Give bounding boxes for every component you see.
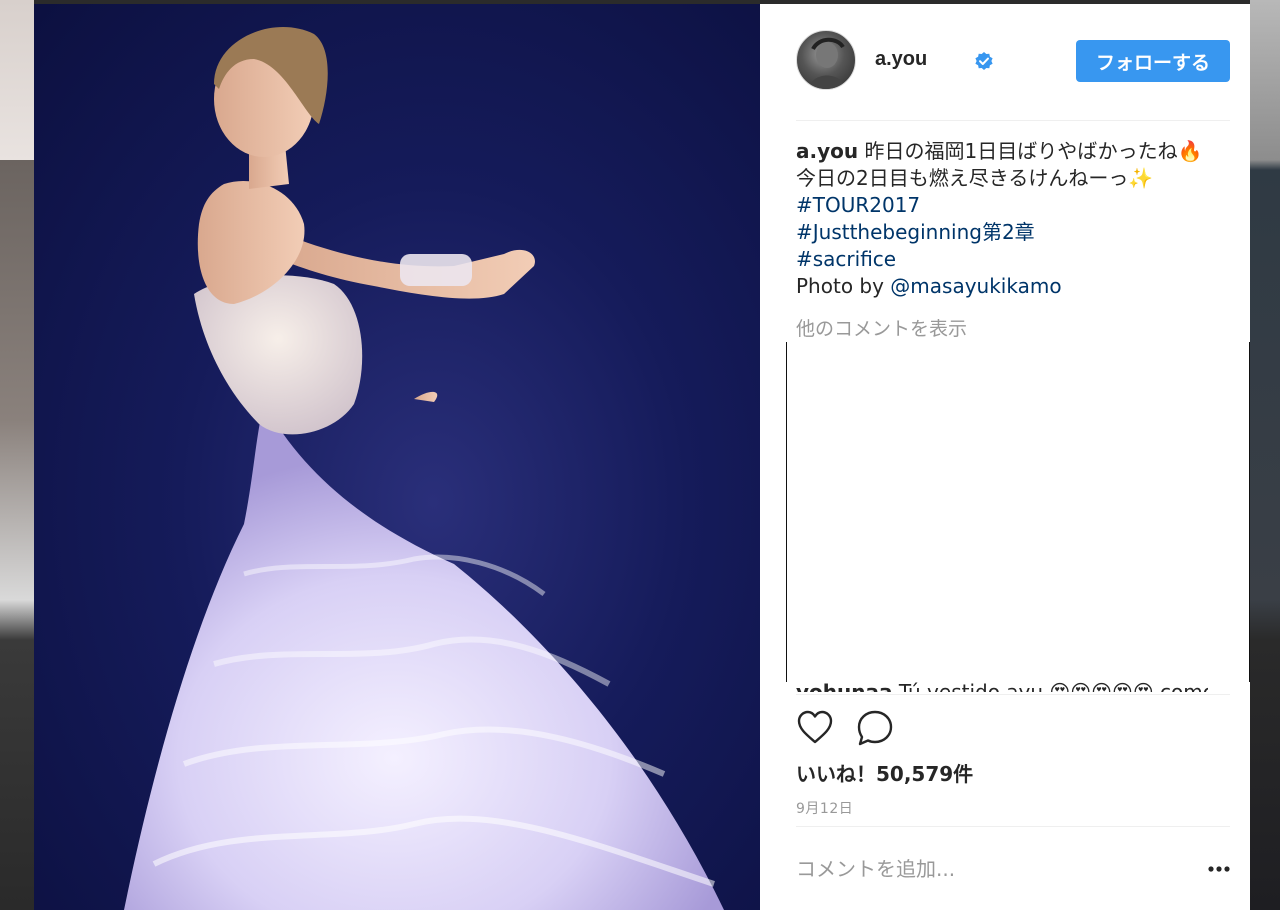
background-page-right	[1250, 0, 1280, 910]
comment-text: Tú vestido ayu 😍😍😍😍😍 como	[892, 680, 1208, 692]
avatar[interactable]	[796, 30, 856, 90]
post-caption: a.you 昨日の福岡1日目ばりやばかったね🔥 今日の2日目も燃え尽きるけんねー…	[796, 138, 1236, 300]
likes-count[interactable]: いいね！50,579件	[796, 758, 973, 787]
hashtag-justthebeginning[interactable]: #Justthebeginning第2章	[796, 220, 1035, 244]
hashtag-sacrifice[interactable]: #sacrifice	[796, 247, 896, 271]
load-more-comments-link[interactable]: 他のコメントを表示	[796, 314, 967, 341]
photographer-mention-link[interactable]: @masayukikamo	[890, 274, 1061, 298]
footer-divider	[796, 826, 1230, 827]
heart-icon[interactable]	[796, 709, 834, 747]
add-comment-input[interactable]	[796, 852, 1176, 886]
comments-list-area[interactable]	[786, 342, 1250, 682]
photo-credit-prefix: Photo by	[796, 274, 891, 298]
caption-text-1: 昨日の福岡1日目ばりやばかったね🔥	[858, 139, 1203, 163]
comment-username[interactable]: yohunaa	[796, 680, 892, 692]
caption-line-1: a.you 昨日の福岡1日目ばりやばかったね🔥	[796, 138, 1236, 165]
ellipsis-icon[interactable]	[1206, 856, 1232, 882]
hashtag-tour2017[interactable]: #TOUR2017	[796, 193, 920, 217]
post-photo[interactable]	[34, 4, 760, 910]
follow-button[interactable]: フォローする	[1076, 40, 1230, 82]
post-side-panel: a.you フォローする a.you 昨日の福岡1日目ばりやばかったね🔥 今日の…	[760, 4, 1250, 910]
performer-illustration	[124, 27, 724, 910]
partial-comment: yohunaa Tú vestido ayu 😍😍😍😍😍 como	[796, 678, 1208, 692]
background-page-left	[0, 0, 34, 910]
verified-badge-icon	[975, 52, 993, 70]
caption-username[interactable]: a.you	[796, 139, 858, 163]
header-divider	[796, 120, 1230, 121]
photo-credit: Photo by @masayukikamo	[796, 273, 1236, 300]
speech-bubble-icon[interactable]	[856, 709, 894, 747]
post-username[interactable]: a.you	[875, 48, 927, 71]
post-header: a.you フォローする	[796, 30, 1230, 90]
comments-divider	[796, 694, 1230, 695]
post-date[interactable]: 9月12日	[796, 798, 853, 818]
caption-text-2: 今日の2日目も燃え尽きるけんねーっ✨	[796, 166, 1154, 190]
avatar-portrait	[809, 37, 845, 89]
